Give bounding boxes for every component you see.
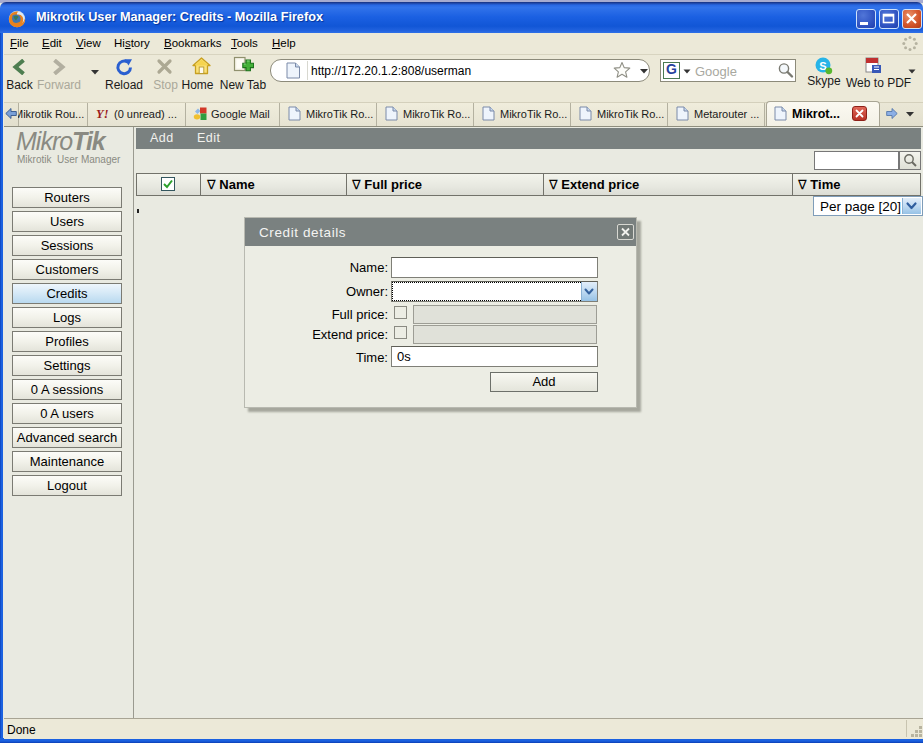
- svg-text:S: S: [819, 60, 826, 72]
